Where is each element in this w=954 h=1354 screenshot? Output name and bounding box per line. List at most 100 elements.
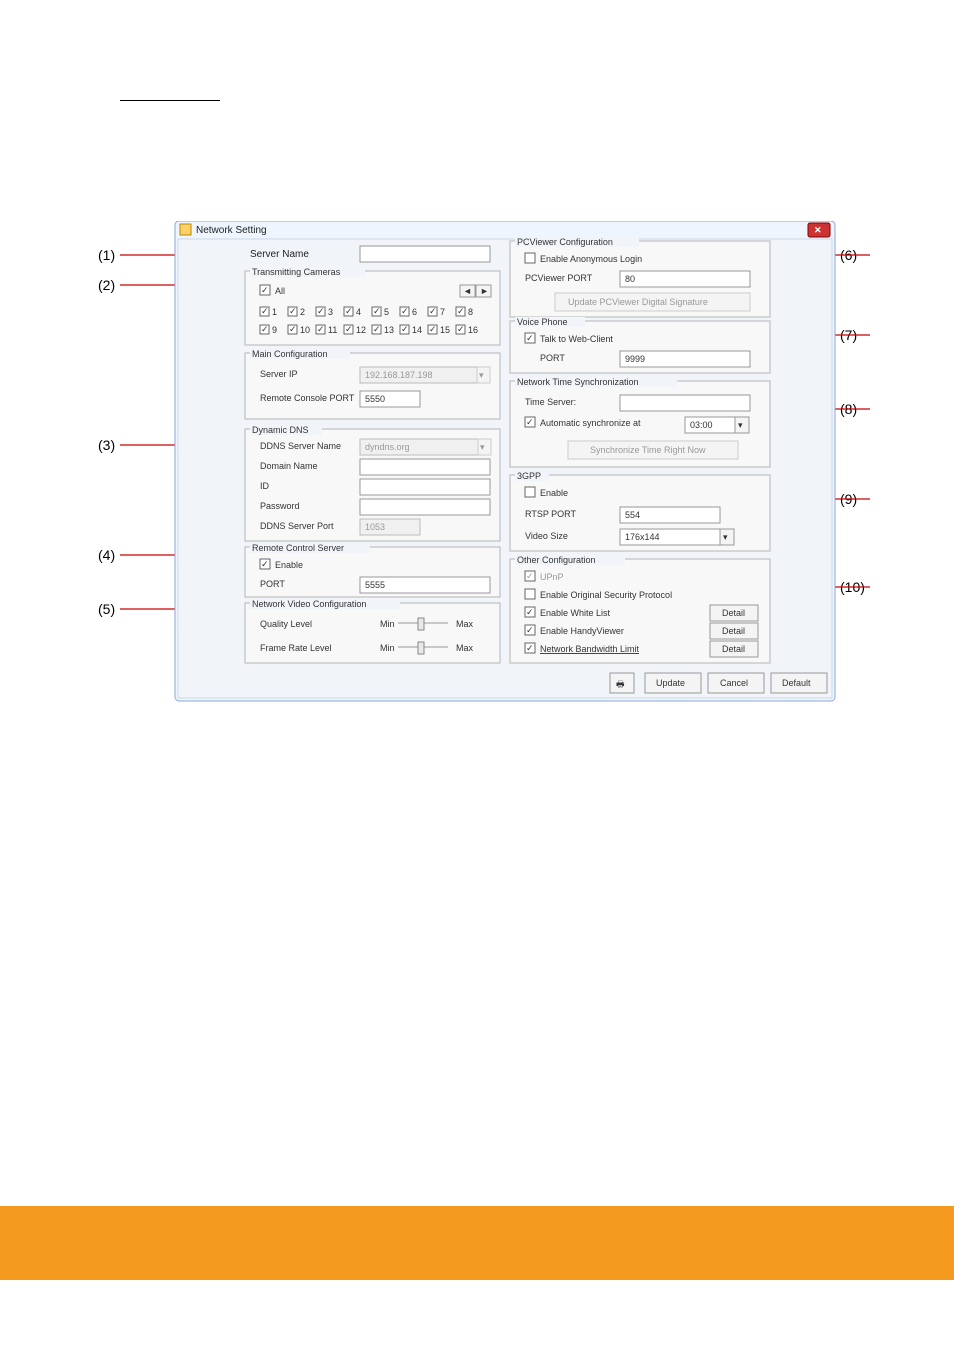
- svg-text:▾: ▾: [480, 442, 485, 452]
- legend-nts: Network Time Synchronization: [517, 377, 639, 387]
- label-framerate: Frame Rate Level: [260, 643, 332, 653]
- close-icon: ✕: [814, 225, 822, 235]
- input-time-server: [620, 395, 750, 411]
- svg-text:2: 2: [300, 307, 305, 317]
- label-handyviewer: Enable HandyViewer: [540, 626, 624, 636]
- label-rcs-port: PORT: [260, 579, 285, 589]
- svg-text:✓: ✓: [345, 324, 353, 334]
- svg-text:✓: ✓: [429, 306, 437, 316]
- svg-text:✓: ✓: [401, 324, 409, 334]
- svg-text:192.168.187.198: 192.168.187.198: [365, 370, 433, 380]
- svg-text:▾: ▾: [723, 532, 728, 542]
- svg-text:Update: Update: [656, 678, 685, 688]
- svg-text:✓: ✓: [261, 306, 269, 316]
- label-server-name: Server Name: [250, 249, 309, 260]
- svg-text:◄: ◄: [463, 286, 472, 296]
- svg-text:5550: 5550: [365, 394, 385, 404]
- legend-3gpp: 3GPP: [517, 471, 541, 481]
- checkbox-osp: [525, 589, 535, 599]
- svg-text:✓: ✓: [289, 306, 297, 316]
- legend-main-config: Main Configuration: [252, 349, 328, 359]
- svg-text:✓: ✓: [261, 559, 269, 569]
- svg-text:✓: ✓: [526, 417, 534, 427]
- checkbox-3gpp-enable: [525, 487, 535, 497]
- svg-text:Detail: Detail: [722, 626, 745, 636]
- input-id: [360, 479, 490, 495]
- label-id: ID: [260, 481, 270, 491]
- figure: (1) (2) (3) (4) (5) (6) (7) (8) (9) (10): [40, 221, 914, 741]
- svg-text:6: 6: [412, 307, 417, 317]
- svg-text:✓: ✓: [401, 306, 409, 316]
- svg-text:Max: Max: [456, 619, 474, 629]
- svg-text:5555: 5555: [365, 580, 385, 590]
- slider-framerate: [418, 642, 424, 654]
- svg-text:✓: ✓: [373, 306, 381, 316]
- legend-dynamic-dns: Dynamic DNS: [252, 425, 309, 435]
- svg-text:✓: ✓: [457, 324, 465, 334]
- svg-text:✓: ✓: [526, 625, 534, 635]
- svg-text:5: 5: [384, 307, 389, 317]
- label-whitelist: Enable White List: [540, 608, 611, 618]
- svg-text:Update PCViewer Digital Signat: Update PCViewer Digital Signature: [568, 297, 708, 307]
- svg-text:3: 3: [328, 307, 333, 317]
- label-time-server: Time Server:: [525, 397, 576, 407]
- svg-text:13: 13: [384, 325, 394, 335]
- checkbox-anon-login: [525, 253, 535, 263]
- svg-text:▾: ▾: [479, 370, 484, 380]
- svg-text:Synchronize Time Right Now: Synchronize Time Right Now: [590, 445, 706, 455]
- svg-text:Cancel: Cancel: [720, 678, 748, 688]
- svg-text:✓: ✓: [289, 324, 297, 334]
- svg-text:1053: 1053: [365, 522, 385, 532]
- svg-text:✓: ✓: [373, 324, 381, 334]
- label-upnp: UPnP: [540, 572, 564, 582]
- label-ddns-port: DDNS Server Port: [260, 521, 334, 531]
- svg-text:Default: Default: [782, 678, 811, 688]
- svg-text:9: 9: [272, 325, 277, 335]
- slider-quality: [418, 618, 424, 630]
- legend-other: Other Configuration: [517, 555, 596, 565]
- svg-text:✓: ✓: [345, 306, 353, 316]
- label-rcs-enable: Enable: [275, 560, 303, 570]
- svg-text:dyndns.org: dyndns.org: [365, 442, 410, 452]
- legend-transmitting-cameras: Transmitting Cameras: [252, 267, 341, 277]
- label-quality: Quality Level: [260, 619, 312, 629]
- print-icon: 🖶: [616, 679, 625, 689]
- label-ddns-server-name: DDNS Server Name: [260, 441, 341, 451]
- label-video-size: Video Size: [525, 531, 568, 541]
- svg-text:14: 14: [412, 325, 422, 335]
- svg-text:12: 12: [356, 325, 366, 335]
- svg-text:15: 15: [440, 325, 450, 335]
- label-voice-port: PORT: [540, 353, 565, 363]
- label-nbl: Network Bandwidth Limit: [540, 644, 640, 654]
- svg-text:✓: ✓: [261, 285, 269, 295]
- svg-text:10: 10: [300, 325, 310, 335]
- svg-text:Detail: Detail: [722, 608, 745, 618]
- label-server-ip: Server IP: [260, 369, 298, 379]
- window-title: Network Setting: [196, 225, 267, 236]
- svg-text:✓: ✓: [429, 324, 437, 334]
- svg-text:Min: Min: [380, 619, 395, 629]
- legend-rcs: Remote Control Server: [252, 543, 344, 553]
- svg-text:✓: ✓: [526, 571, 534, 581]
- label-rtsp-port: RTSP PORT: [525, 509, 577, 519]
- svg-text:✓: ✓: [317, 306, 325, 316]
- svg-text:03:00: 03:00: [690, 420, 713, 430]
- svg-text:►: ►: [480, 286, 489, 296]
- group-nvc: [245, 603, 500, 663]
- label-remote-console-port: Remote Console PORT: [260, 393, 355, 403]
- svg-text:176x144: 176x144: [625, 532, 660, 542]
- label-3gpp-enable: Enable: [540, 488, 568, 498]
- label-pcv-port: PCViewer PORT: [525, 273, 593, 283]
- screenshot-svg: Network Setting ✕ Server Name Transmitti…: [100, 221, 890, 741]
- svg-text:✓: ✓: [317, 324, 325, 334]
- group-main-config: [245, 353, 500, 419]
- svg-text:8: 8: [468, 307, 473, 317]
- label-osp: Enable Original Security Protocol: [540, 590, 672, 600]
- svg-text:✓: ✓: [526, 333, 534, 343]
- label-auto-sync: Automatic synchronize at: [540, 418, 641, 428]
- footer-band: [0, 1206, 954, 1280]
- svg-text:80: 80: [625, 274, 635, 284]
- label-anon-login: Enable Anonymous Login: [540, 254, 642, 264]
- legend-pcviewer: PCViewer Configuration: [517, 237, 613, 247]
- svg-text:▾: ▾: [738, 420, 743, 430]
